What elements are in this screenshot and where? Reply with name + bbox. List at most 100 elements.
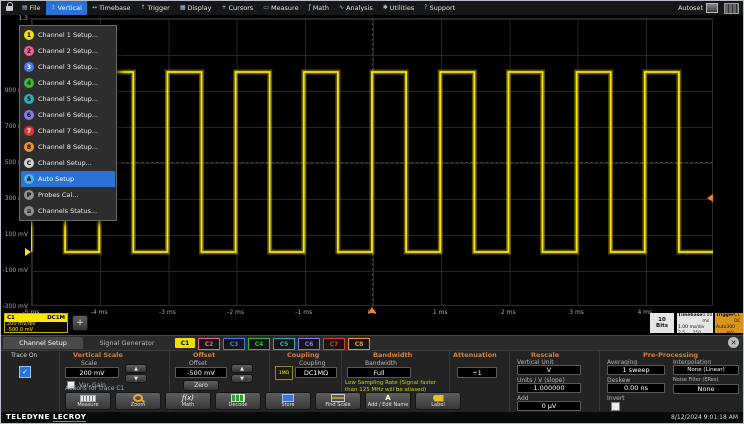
find-scale-button[interactable]: Find Scale bbox=[315, 392, 361, 410]
tab-channel-setup[interactable]: Channel Setup bbox=[3, 337, 83, 349]
channel-chip-c6[interactable]: C6 bbox=[298, 338, 320, 350]
trace-on-checkbox[interactable]: ✓ bbox=[19, 366, 31, 378]
measure-button[interactable]: Measure bbox=[65, 392, 111, 410]
menu-item-channel-7-setup[interactable]: 7Channel 7 Setup... bbox=[21, 123, 115, 139]
averaging-input[interactable]: 1 sweep bbox=[607, 365, 665, 375]
trigger-level-marker[interactable] bbox=[707, 194, 713, 202]
offset-label: Offset bbox=[189, 360, 207, 367]
math-button[interactable]: ƒ(x)Math bbox=[165, 392, 211, 410]
noise-filter-select[interactable]: None bbox=[673, 384, 739, 394]
y-axis-label: 100 mV bbox=[2, 231, 28, 238]
lock-icon[interactable] bbox=[6, 6, 13, 11]
menu-item-channel-2-setup[interactable]: 2Channel 2 Setup... bbox=[21, 43, 115, 59]
zoom-button[interactable]: Zoom bbox=[115, 392, 161, 410]
screens-icon[interactable] bbox=[724, 3, 739, 14]
menu-item-display[interactable]: ▦Display bbox=[175, 1, 217, 15]
math-fx-icon: ƒ(x) bbox=[182, 394, 194, 402]
channel-chip-c7[interactable]: C7 bbox=[323, 338, 345, 350]
zoom-magnifier-icon bbox=[133, 394, 143, 402]
probes-cal-icon: P bbox=[24, 190, 34, 200]
tab-signal-generator[interactable]: Signal Generator bbox=[85, 337, 169, 349]
invert-checkbox[interactable] bbox=[611, 402, 620, 411]
x-axis-label: -1 ms bbox=[290, 309, 318, 316]
menu-item-channel-1-setup[interactable]: 1Channel 1 Setup... bbox=[21, 27, 115, 43]
coupling-label: Coupling bbox=[299, 360, 325, 367]
coupling-select[interactable]: DC1MΩ bbox=[295, 367, 337, 378]
channel-chip-c1[interactable]: C1 bbox=[175, 338, 195, 348]
menu-item-channel-4-setup[interactable]: 4Channel 4 Setup... bbox=[21, 75, 115, 91]
menu-item-channel-3-setup[interactable]: 3Channel 3 Setup... bbox=[21, 59, 115, 75]
divider bbox=[599, 351, 600, 411]
menu-item-measure[interactable]: ▭Measure bbox=[258, 1, 303, 15]
menu-item-channel-5-setup[interactable]: 5Channel 5 Setup... bbox=[21, 91, 115, 107]
scale-up-button[interactable] bbox=[125, 364, 147, 373]
menu-item-label: Trigger bbox=[147, 4, 169, 12]
menu-item-label: Probes Cal... bbox=[38, 191, 78, 199]
menu-item-timebase[interactable]: ↔Timebase bbox=[87, 1, 135, 15]
menu-item-label: Math bbox=[313, 4, 329, 12]
label-button[interactable]: Label bbox=[415, 392, 461, 410]
channel-chip-c2[interactable]: C2 bbox=[198, 338, 220, 350]
x-axis-labels: -5 ms-4 ms-3 ms-2 ms-1 ms0 s1 ms2 ms3 ms… bbox=[31, 309, 721, 317]
menu-item-channel-8-setup[interactable]: 8Channel 8 Setup... bbox=[21, 139, 115, 155]
edit-name-icon: A bbox=[385, 394, 390, 402]
channel-chip-c8[interactable]: C8 bbox=[348, 338, 370, 350]
math-icon: ƒ bbox=[309, 5, 311, 11]
bandwidth-label: Bandwidth bbox=[365, 360, 397, 367]
offset-up-button[interactable] bbox=[231, 364, 253, 373]
interpolation-select[interactable]: None (Linear) bbox=[673, 365, 739, 375]
store-button[interactable]: Store bbox=[265, 392, 311, 410]
menu-item-label: Channel 3 Setup... bbox=[38, 63, 98, 71]
menu-item-channels-status[interactable]: ≡Channels Status... bbox=[21, 203, 115, 219]
c1-zero-level-marker[interactable] bbox=[25, 248, 31, 256]
menu-item-channel-setup[interactable]: CChannel Setup... bbox=[21, 155, 115, 171]
channel-chips: C1C2C3C4C5C6C7C8 bbox=[175, 338, 370, 350]
add-edit-name-button[interactable]: AAdd / Edit Name bbox=[365, 392, 411, 410]
dialog-tab-row: Channel Setup Signal Generator C1C2C3C4C… bbox=[1, 336, 743, 351]
add-trace-button[interactable]: + bbox=[72, 315, 88, 331]
menu-item-label: Analysis bbox=[346, 4, 373, 12]
y-axis-label: -100 mV bbox=[2, 267, 28, 274]
noise-filter-label: Noise Filter (ERes) bbox=[673, 377, 741, 383]
attenuation-select[interactable]: ÷1 bbox=[457, 367, 497, 378]
action-button-label: Label bbox=[431, 403, 445, 408]
zero-button[interactable]: Zero bbox=[183, 380, 219, 391]
menu-item-support[interactable]: ?Support bbox=[419, 1, 460, 15]
menu-item-label: Auto Setup bbox=[38, 175, 74, 183]
slope-input[interactable]: 1.000000 bbox=[517, 383, 581, 393]
menu-item-math[interactable]: ƒMath bbox=[304, 1, 334, 15]
offset-down-button[interactable] bbox=[231, 374, 253, 383]
menu-item-channel-6-setup[interactable]: 6Channel 6 Setup... bbox=[21, 107, 115, 123]
scale-down-button[interactable] bbox=[125, 374, 147, 383]
timebase-position: 0.00 ms bbox=[702, 313, 712, 325]
deskew-input[interactable]: 0.00 ns bbox=[607, 383, 665, 393]
channel-chip-c3[interactable]: C3 bbox=[223, 338, 245, 350]
decode-button[interactable]: Decode bbox=[215, 392, 261, 410]
menu-item-file[interactable]: ▤File bbox=[17, 1, 46, 15]
c1-descriptor-box[interactable]: C1 DC1M 200 mV/div -500.0 mV bbox=[4, 313, 68, 333]
bandwidth-select[interactable]: Full bbox=[347, 367, 411, 378]
trigger-summary-box[interactable]: TriggerC1 DC Auto300 mV EdgePositive bbox=[715, 313, 743, 333]
x-axis-label: -4 ms bbox=[85, 309, 113, 316]
menu-item-auto-setup[interactable]: AAuto Setup bbox=[21, 171, 115, 187]
channel-chip-c5[interactable]: C5 bbox=[273, 338, 295, 350]
channel-chip-c4[interactable]: C4 bbox=[248, 338, 270, 350]
trigger-time-marker[interactable] bbox=[368, 307, 376, 313]
menu-item-vertical[interactable]: ↕Vertical bbox=[46, 1, 87, 15]
menu-item-probes-cal[interactable]: P Probes Cal... bbox=[21, 187, 115, 203]
autoset-button[interactable]: Autoset bbox=[678, 3, 718, 13]
timebase-summary-box[interactable]: Timebase0.00 ms 1.00 ms/div 2.5 MS250 MS… bbox=[677, 313, 713, 333]
measure-ruler-icon: ▭ bbox=[263, 5, 269, 11]
offset-input[interactable]: -500 mV bbox=[175, 367, 227, 378]
analysis-icon: ∿ bbox=[339, 5, 344, 11]
vertical-unit-input[interactable]: V bbox=[517, 365, 581, 375]
close-icon[interactable]: ✕ bbox=[728, 337, 739, 348]
menu-item-trigger[interactable]: ↑Trigger bbox=[135, 1, 174, 15]
add-input[interactable]: 0 μV bbox=[517, 401, 581, 411]
menu-item-analysis[interactable]: ∿Analysis bbox=[334, 1, 378, 15]
channel-7-icon: 7 bbox=[24, 126, 34, 136]
menu-bar-right: Autoset bbox=[678, 3, 743, 14]
menu-item-cursors[interactable]: +Cursors bbox=[216, 1, 258, 15]
scale-input[interactable]: 200 mV bbox=[65, 367, 119, 378]
menu-item-utilities[interactable]: ✱Utilities bbox=[378, 1, 420, 15]
